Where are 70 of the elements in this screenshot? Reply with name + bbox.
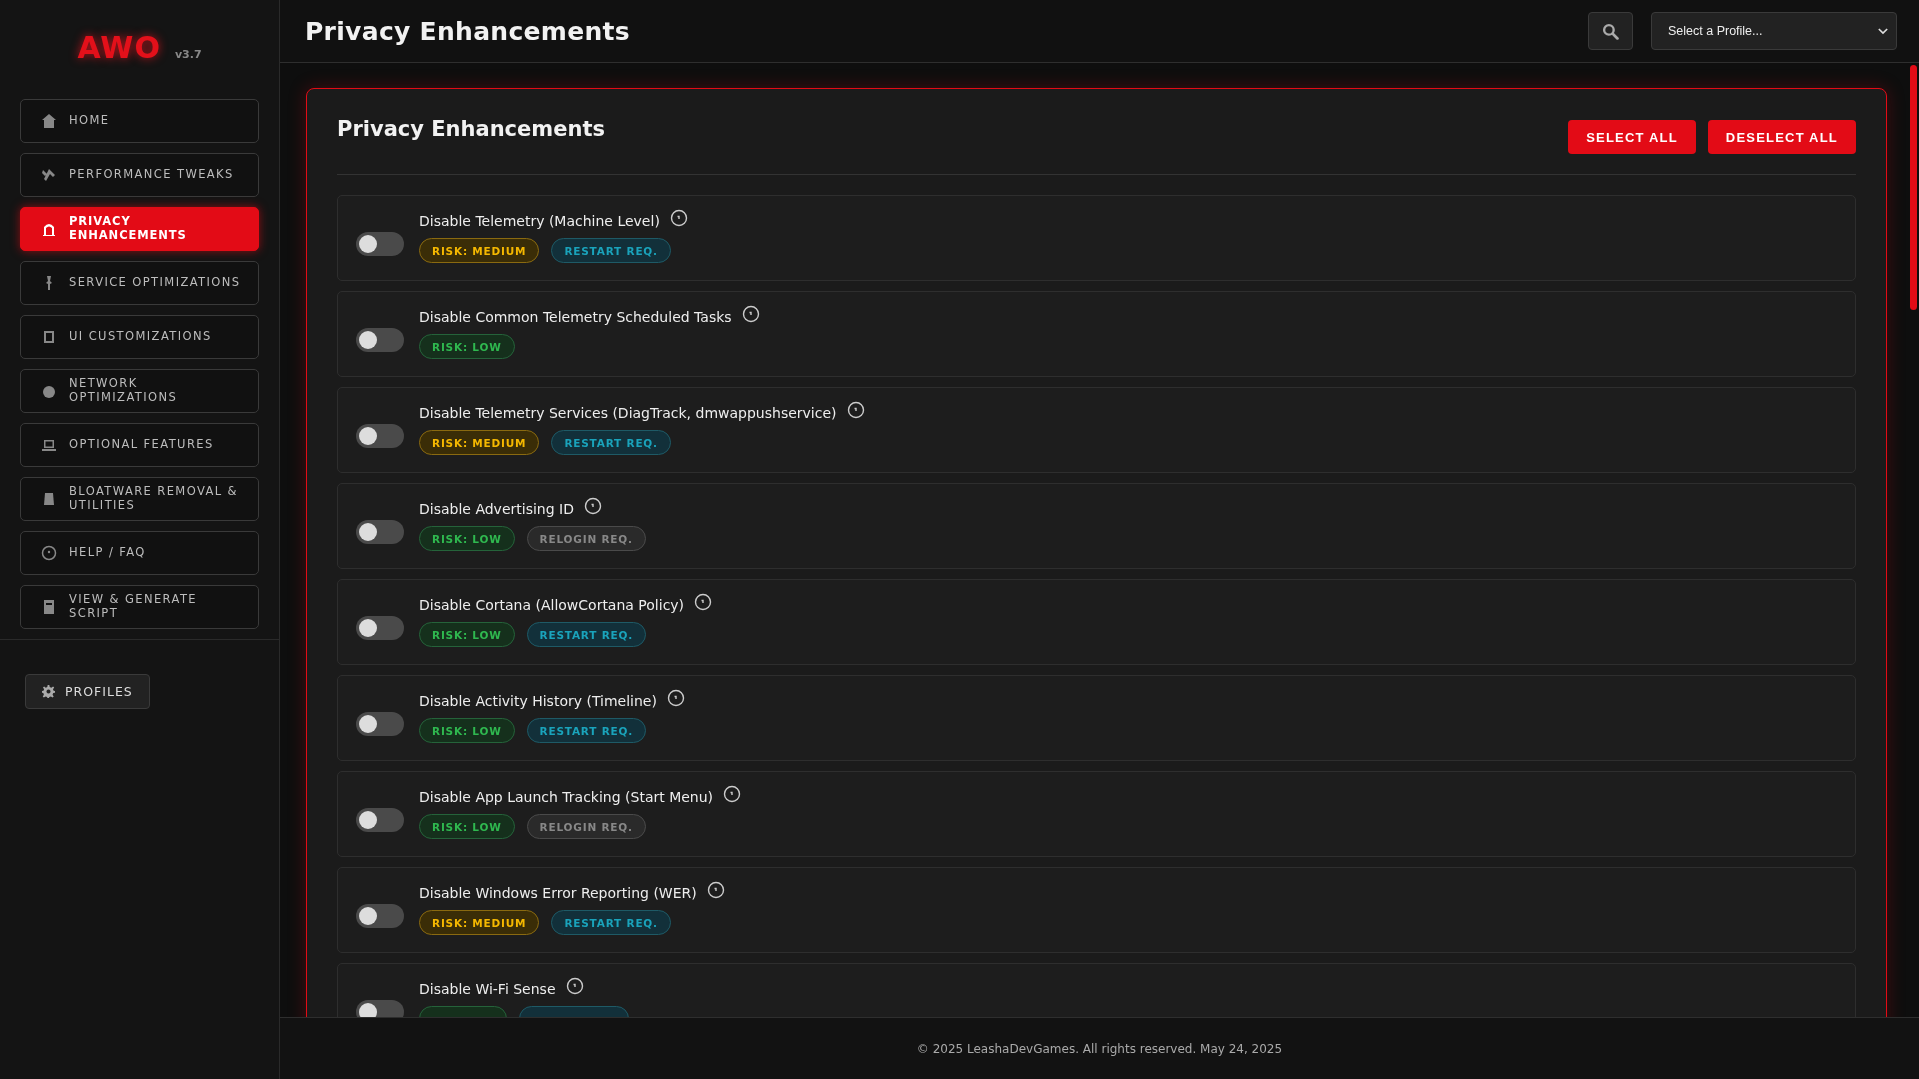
info-icon[interactable] — [669, 209, 688, 227]
nav-item[interactable]: NETWORK OPTIMIZATIONS — [20, 369, 259, 413]
app-logo: AWO — [77, 30, 161, 65]
nav-item[interactable]: UI CUSTOMIZATIONS — [20, 315, 259, 359]
tag: RESTART REQ. — [551, 430, 671, 455]
info-icon[interactable] — [565, 977, 584, 995]
profile-select[interactable]: Select a Profile... — [1651, 12, 1897, 50]
nav-item[interactable]: BLOATWARE REMOVAL & UTILITIES — [20, 477, 259, 521]
version-label: v3.7 — [174, 48, 202, 61]
select-all-button[interactable]: SELECT ALL — [1568, 120, 1696, 154]
info-icon[interactable] — [694, 593, 713, 611]
tag: RISK: MEDIUM — [419, 238, 540, 263]
nav-item[interactable]: PERFORMANCE TWEAKS — [20, 153, 259, 197]
tag: RISK: MEDIUM — [419, 430, 540, 455]
toggle-switch[interactable] — [356, 904, 404, 928]
document-icon — [41, 599, 57, 615]
nav-item[interactable]: PRIVACY ENHANCEMENTS — [20, 207, 259, 251]
tag: RISK: LOW — [419, 526, 515, 551]
nav-item[interactable]: SERVICE OPTIMIZATIONS — [20, 261, 259, 305]
info-icon[interactable] — [723, 785, 742, 803]
tag: RISK: MEDIUM — [419, 910, 540, 935]
help-icon — [41, 545, 57, 561]
laptop-icon — [41, 437, 57, 453]
info-icon[interactable] — [846, 401, 865, 419]
tweak-label: Disable Wi-Fi Sense — [419, 981, 556, 997]
info-icon[interactable] — [706, 881, 725, 899]
toggle-switch[interactable] — [356, 808, 404, 832]
tweak-label: Disable Telemetry Services (DiagTrack, dmwappushservice) — [419, 405, 837, 421]
tag: RELOGIN REQ. — [526, 526, 646, 551]
profiles-button[interactable]: PROFILES — [25, 674, 150, 709]
footer-text: © 2025 LeashaDevGames. All rights reserved. May 24, 2025 — [916, 1041, 1283, 1056]
tag: RELOGIN REQ. — [526, 814, 646, 839]
nav-item[interactable]: OPTIONAL FEATURES — [20, 423, 259, 467]
toggle-switch[interactable] — [356, 1000, 404, 1017]
chevron-down-icon — [1878, 27, 1888, 35]
info-icon[interactable] — [583, 497, 602, 515]
scrollbar-thumb[interactable] — [1910, 65, 1917, 310]
toggle-switch[interactable] — [356, 424, 404, 448]
tweak-label: Disable Telemetry (Machine Level) — [419, 213, 660, 229]
tag: RISK: LOW — [419, 718, 515, 743]
search-icon — [1602, 22, 1619, 40]
toggle-switch[interactable] — [356, 520, 404, 544]
house-icon — [41, 113, 57, 129]
tweak-label: Disable App Launch Tracking (Start Menu) — [419, 789, 714, 805]
search-button[interactable] — [1588, 12, 1633, 50]
section-title: Privacy Enhancements — [337, 117, 605, 141]
page-title: Privacy Enhancements — [305, 16, 630, 46]
tweak-label: Disable Activity History (Timeline) — [419, 693, 657, 709]
tag: RESTART REQ. — [526, 718, 647, 743]
tweak-label: Disable Cortana (AllowCortana Policy) — [419, 597, 685, 613]
deselect-all-button[interactable]: DESELECT ALL — [1707, 120, 1856, 154]
toggle-switch[interactable] — [356, 328, 404, 352]
tag: RESTART REQ. — [551, 910, 671, 935]
info-icon[interactable] — [741, 305, 760, 323]
settings-icon — [42, 685, 55, 698]
tag: RISK: LOW — [419, 814, 515, 839]
toggle-switch[interactable] — [356, 712, 404, 736]
tag: RESTART REQ. — [526, 622, 647, 647]
nav-item[interactable]: HOME — [20, 99, 259, 143]
tweak-label: Disable Common Telemetry Scheduled Tasks — [419, 309, 732, 325]
toggle-switch[interactable] — [356, 616, 404, 640]
nav-item[interactable]: HELP / FAQ — [20, 531, 259, 575]
toggle-switch[interactable] — [356, 232, 404, 256]
info-icon[interactable] — [666, 689, 685, 707]
tag: RISK: LOW — [419, 334, 515, 359]
tweak-label: Disable Advertising ID — [419, 501, 574, 517]
nav-item[interactable]: VIEW & GENERATE SCRIPT — [20, 585, 259, 629]
tag: RISK: LOW — [419, 622, 515, 647]
tag: RESTART REQ. — [551, 238, 671, 263]
tweak-label: Disable Windows Error Reporting (WER) — [419, 885, 697, 901]
